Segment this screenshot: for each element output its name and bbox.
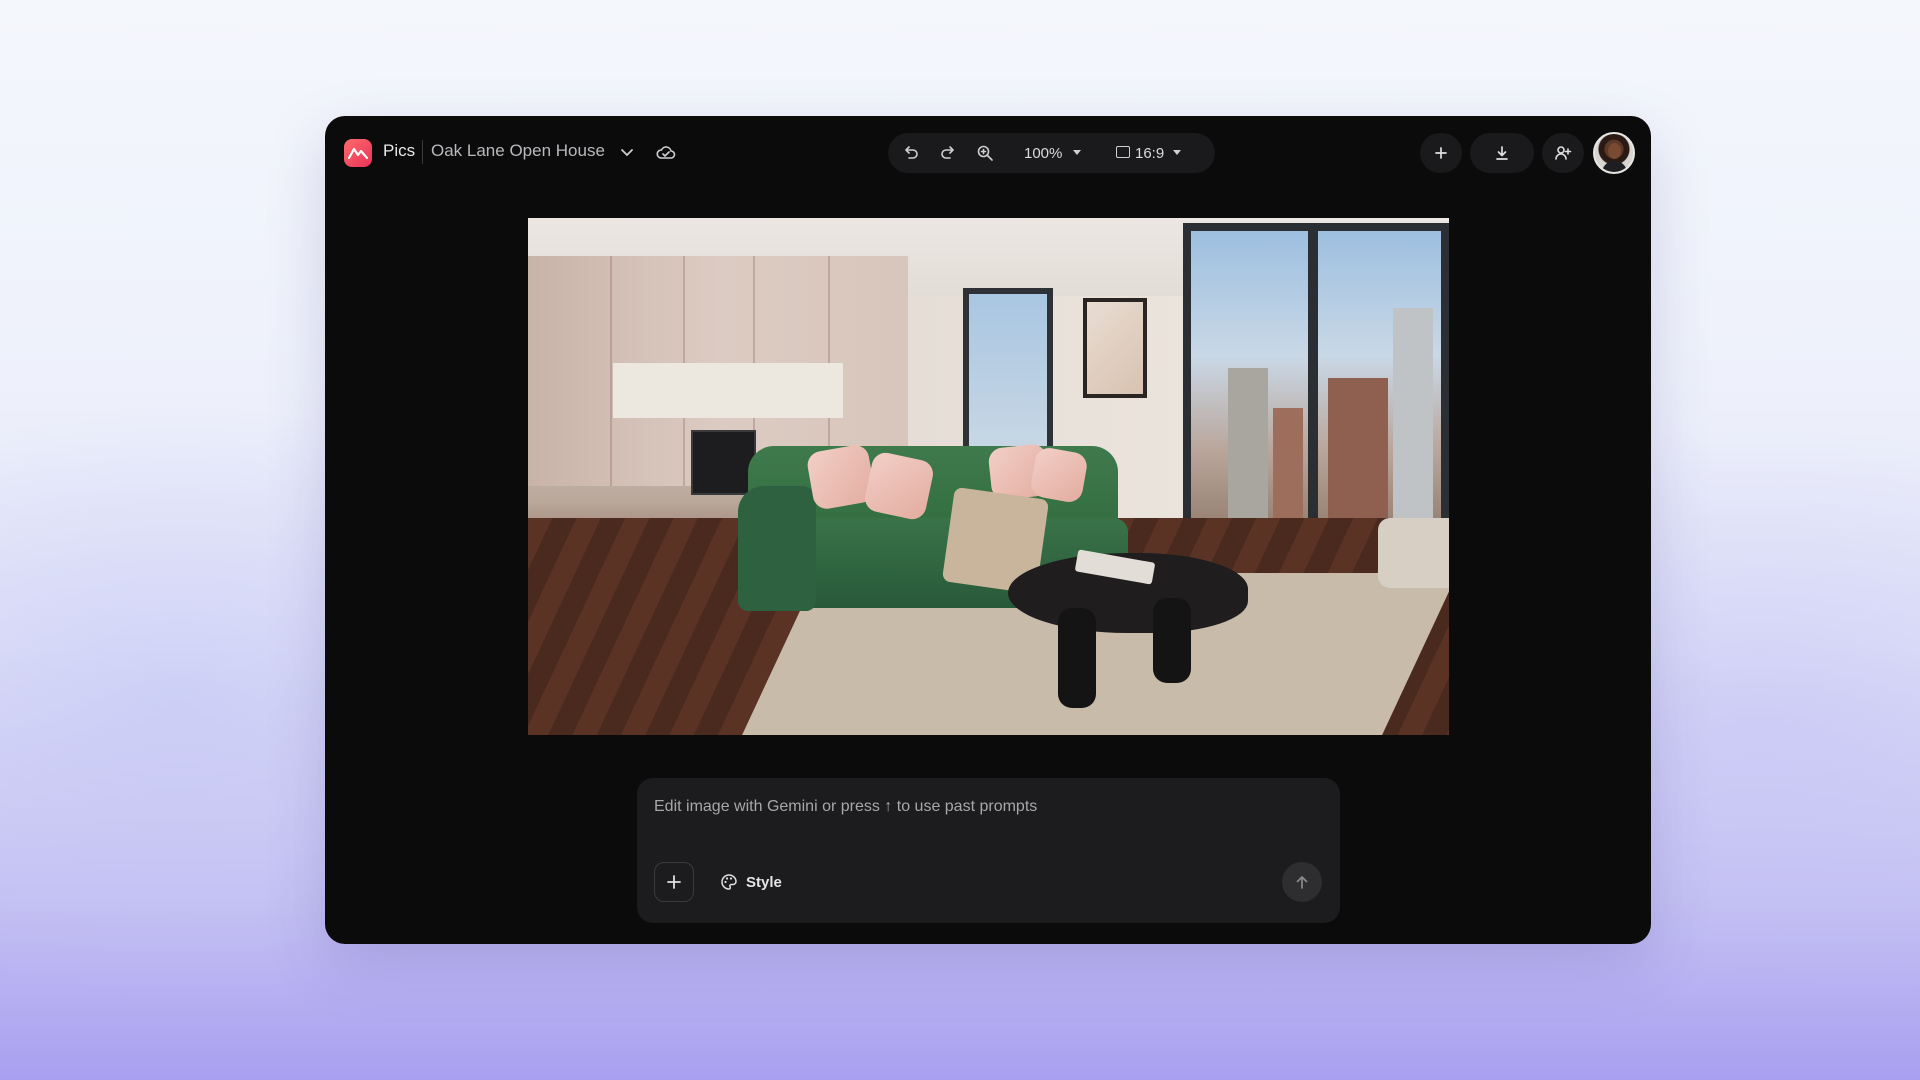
- photo-armchair: [1378, 518, 1449, 588]
- photo-building: [1228, 368, 1268, 518]
- style-label: Style: [746, 873, 782, 891]
- aspect-ratio-select[interactable]: 16:9: [1135, 145, 1164, 162]
- arrow-up-icon: [1296, 876, 1308, 889]
- photo-pillow: [862, 450, 936, 522]
- photo-table-leg: [1058, 608, 1096, 708]
- canvas-toolbar: 100% 16:9: [888, 133, 1215, 173]
- share-button[interactable]: [1542, 133, 1584, 173]
- pics-logo-icon[interactable]: [344, 139, 372, 167]
- caret-down-icon[interactable]: [1073, 150, 1081, 155]
- add-person-icon: [1555, 146, 1572, 160]
- chevron-down-icon[interactable]: [617, 143, 637, 163]
- avatar[interactable]: [1593, 132, 1635, 174]
- header-divider: [422, 140, 423, 164]
- prompt-input[interactable]: [654, 794, 1324, 820]
- photo-window-mullion: [1308, 223, 1318, 553]
- photo-building: [1393, 308, 1433, 518]
- add-attachment-button[interactable]: [654, 862, 694, 902]
- avatar-body: [1602, 161, 1627, 172]
- photo-table-leg: [1153, 598, 1191, 683]
- photo-wall-art: [1083, 298, 1147, 398]
- avatar-face: [1608, 143, 1621, 159]
- photo-building: [1273, 408, 1303, 518]
- download-button[interactable]: [1470, 133, 1534, 173]
- zoom-level-select[interactable]: 100%: [1024, 145, 1062, 162]
- download-icon: [1496, 146, 1508, 160]
- palette-icon: [721, 874, 737, 890]
- app-window: Pics Oak Lane Open House 100% 16:9 Edit …: [325, 116, 1651, 944]
- photo-backsplash: [613, 363, 843, 418]
- photo-sofa-arm: [738, 486, 816, 611]
- redo-icon[interactable]: [938, 143, 958, 163]
- prompt-panel: Style: [637, 778, 1340, 923]
- photo-building: [1328, 378, 1388, 518]
- style-button[interactable]: Style: [720, 870, 782, 894]
- photo-cabinet-seam: [610, 256, 612, 486]
- image-canvas[interactable]: [528, 218, 1449, 735]
- undo-icon[interactable]: [901, 143, 921, 163]
- plus-icon: [667, 875, 681, 889]
- send-button[interactable]: [1282, 862, 1322, 902]
- photo-oven: [691, 430, 756, 495]
- add-button[interactable]: [1420, 133, 1462, 173]
- zoom-in-icon[interactable]: [975, 143, 995, 163]
- caret-down-icon[interactable]: [1173, 150, 1181, 155]
- cloud-icon[interactable]: [655, 142, 677, 164]
- photo-pillow: [1029, 445, 1089, 505]
- aspect-ratio-icon: [1116, 146, 1130, 158]
- project-title[interactable]: Oak Lane Open House: [431, 141, 605, 161]
- plus-icon: [1435, 147, 1447, 159]
- app-header: Pics Oak Lane Open House 100% 16:9: [325, 116, 1651, 190]
- app-name: Pics: [383, 141, 416, 160]
